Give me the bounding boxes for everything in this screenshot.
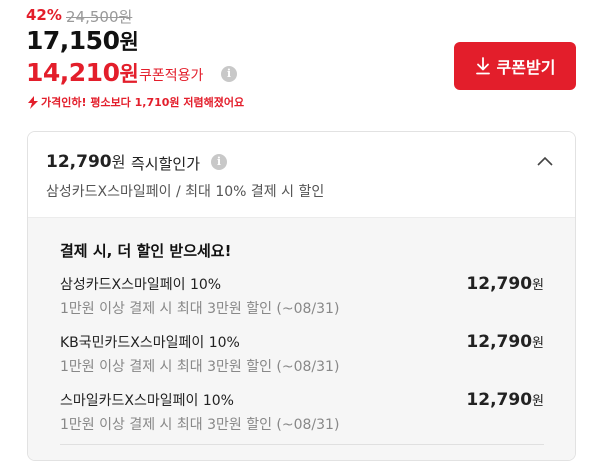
coupon-download-button[interactable]: 쿠폰받기 <box>454 42 576 90</box>
benefit-item: KB국민카드X스마일페이 10% 1만원 이상 결제 시 최대 3만원 할인 (… <box>60 332 544 382</box>
benefit-price: 12,790원 <box>466 390 544 410</box>
instant-discount-label: 즉시할인가 <box>131 155 201 173</box>
chevron-up-icon[interactable] <box>536 155 554 167</box>
download-icon <box>475 57 490 75</box>
benefit-name: 삼성카드X스마일페이 10% <box>60 277 222 293</box>
benefit-price: 12,790원 <box>466 274 544 294</box>
lightning-icon <box>28 95 38 109</box>
instant-discount-price: 12,790원 <box>46 151 125 172</box>
instant-discount-card: 12,790원 즉시할인가 i 삼성카드X스마일페이 / 최대 10% 결제 시… <box>27 131 576 461</box>
sale-price: 17,150원 <box>26 26 139 56</box>
instant-discount-description: 삼성카드X스마일페이 / 최대 10% 결제 시 할인 <box>46 184 325 200</box>
benefit-price-unit: 원 <box>532 336 544 351</box>
benefit-condition: 1만원 이상 결제 시 최대 3만원 할인 (~08/31) <box>60 359 340 375</box>
benefit-condition: 1만원 이상 결제 시 최대 3만원 할인 (~08/31) <box>60 301 340 317</box>
benefit-item: 삼성카드X스마일페이 10% 1만원 이상 결제 시 최대 3만원 할인 (~0… <box>60 274 544 324</box>
benefit-name: KB국민카드X스마일페이 10% <box>60 335 240 351</box>
benefit-name: 스마일카드X스마일페이 10% <box>60 393 234 409</box>
benefit-item: 스마일카드X스마일페이 10% 1만원 이상 결제 시 최대 3만원 할인 (~… <box>60 390 544 440</box>
discount-rate: 42% <box>26 6 62 24</box>
payment-benefits-panel: 결제 시, 더 할인 받으세요! 삼성카드X스마일페이 10% 1만원 이상 결… <box>28 217 575 460</box>
instant-discount-price-value: 12,790 <box>46 152 112 172</box>
price-drop-note: 가격인하! 평소보다 1,710원 저렴해졌어요 <box>27 94 244 110</box>
benefits-title: 결제 시, 더 할인 받으세요! <box>60 242 232 260</box>
coupon-price-label: 쿠폰적용가 <box>139 68 204 84</box>
benefit-price-unit: 원 <box>532 394 544 409</box>
coupon-download-label: 쿠폰받기 <box>496 58 556 77</box>
benefit-condition: 1만원 이상 결제 시 최대 3만원 할인 (~08/31) <box>60 417 340 433</box>
benefit-price-value: 12,790 <box>466 390 533 410</box>
price-drop-text: 가격인하! 평소보다 1,710원 저렴해졌어요 <box>41 96 245 109</box>
benefit-price-unit: 원 <box>532 278 544 293</box>
coupon-price-value: 14,210 <box>26 58 120 87</box>
info-icon[interactable]: i <box>221 66 237 82</box>
instant-discount-price-unit: 원 <box>111 153 126 171</box>
info-icon[interactable]: i <box>211 154 227 170</box>
coupon-price-unit: 원 <box>119 62 139 86</box>
sale-price-value: 17,150 <box>26 26 120 55</box>
coupon-price: 14,210원 <box>26 58 139 88</box>
benefit-price-value: 12,790 <box>466 332 533 352</box>
original-price: 24,500원 <box>66 8 133 26</box>
benefit-price-value: 12,790 <box>466 274 533 294</box>
instant-discount-header[interactable]: 12,790원 즉시할인가 i 삼성카드X스마일페이 / 최대 10% 결제 시… <box>28 132 575 217</box>
benefit-price: 12,790원 <box>466 332 544 352</box>
divider <box>60 444 544 445</box>
sale-price-unit: 원 <box>119 30 139 54</box>
